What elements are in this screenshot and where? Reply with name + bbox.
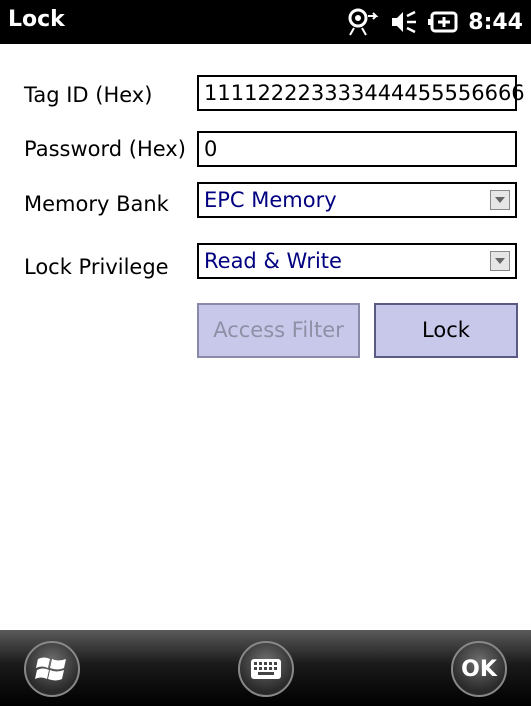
title-bar: Lock 8:44 (0, 0, 531, 44)
password-field[interactable]: 0 (197, 131, 517, 167)
tag-id-label: Tag ID (Hex) (24, 83, 153, 107)
lock-button[interactable]: Lock (374, 303, 518, 358)
battery-icon[interactable] (428, 11, 458, 33)
tag-id-value: 111122223333444455556666 (204, 81, 525, 105)
memory-bank-dropdown-button[interactable] (490, 190, 510, 210)
memory-bank-label: Memory Bank (24, 192, 169, 216)
memory-bank-select[interactable]: EPC Memory (197, 182, 517, 218)
access-filter-button[interactable]: Access Filter (197, 303, 360, 358)
password-value: 0 (204, 137, 218, 161)
windows-logo-icon (35, 657, 66, 681)
lock-privilege-label: Lock Privilege (24, 255, 169, 279)
connectivity-icon[interactable] (346, 8, 380, 36)
memory-bank-selected: EPC Memory (204, 188, 337, 212)
clock-time[interactable]: 8:44 (468, 10, 523, 35)
tag-id-field[interactable]: 111122223333444455556666 (197, 75, 525, 111)
window-title: Lock (8, 7, 65, 32)
volume-icon[interactable] (390, 10, 418, 34)
ok-button[interactable]: OK (451, 641, 507, 697)
chevron-down-icon (495, 197, 505, 203)
lock-privilege-selected: Read & Write (204, 249, 342, 273)
keyboard-icon (251, 659, 281, 679)
lock-privilege-dropdown-button[interactable] (490, 251, 510, 271)
keyboard-button[interactable] (238, 641, 294, 697)
bottom-bar: OK (0, 630, 531, 706)
chevron-down-icon (495, 258, 505, 264)
lock-privilege-select[interactable]: Read & Write (197, 243, 517, 279)
start-button[interactable] (24, 641, 80, 697)
status-area: 8:44 (346, 7, 523, 37)
password-label: Password (Hex) (24, 137, 186, 161)
ok-label: OK (461, 656, 497, 682)
